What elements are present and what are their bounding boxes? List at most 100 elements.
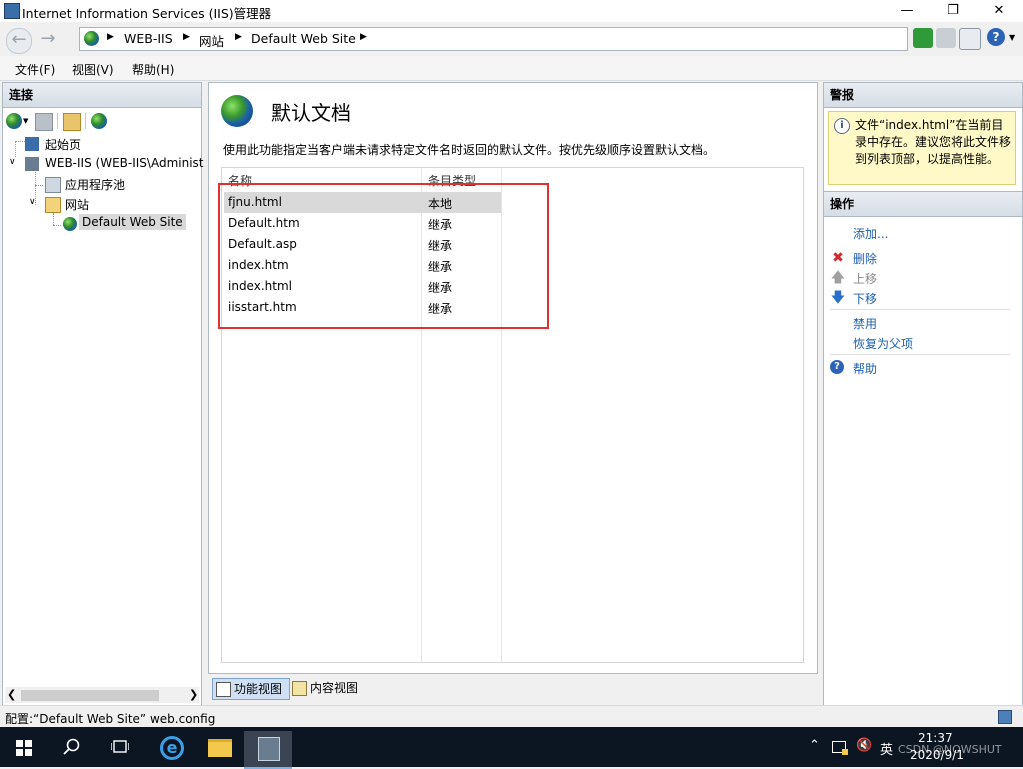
tab-content-view[interactable]: 内容视图 xyxy=(291,678,367,698)
highlight-annotation-box xyxy=(218,183,549,329)
tree-label: WEB-IIS (WEB-IIS\Administ xyxy=(45,156,204,170)
forward-arrow-icon: → xyxy=(40,28,56,49)
start-page-icon xyxy=(25,137,39,151)
tab-label: 功能视图 xyxy=(234,682,283,696)
minimize-button[interactable]: — xyxy=(884,0,930,22)
taskbar-file-explorer[interactable] xyxy=(196,731,244,767)
tab-features-view[interactable]: 功能视图 xyxy=(212,678,290,700)
stop-icon[interactable] xyxy=(936,28,956,48)
breadcrumb-site[interactable]: Default Web Site xyxy=(251,31,356,46)
search-button[interactable] xyxy=(48,727,96,767)
actions-pane: 警报 i 文件“index.html”在当前目录中存在。建议您将此文件移到列表顶… xyxy=(823,82,1023,706)
move-up-icon: 🡅 xyxy=(830,270,846,286)
menu-help[interactable]: 帮助(H) xyxy=(132,61,174,78)
tree-line xyxy=(15,141,25,143)
home-icon[interactable] xyxy=(959,28,981,50)
default-document-icon xyxy=(221,95,253,127)
action-move-up[interactable]: 上移 xyxy=(853,270,877,287)
disconnect-icon[interactable] xyxy=(91,113,107,129)
up-folder-icon[interactable] xyxy=(63,113,81,131)
back-button[interactable]: ← xyxy=(6,28,32,54)
connections-toolbar: ▼ xyxy=(3,108,201,134)
alerts-header: 警报 xyxy=(824,83,1022,108)
breadcrumb-separator-icon: ▶ xyxy=(107,32,114,42)
close-button[interactable]: ✕ xyxy=(976,0,1022,22)
tab-label: 内容视图 xyxy=(310,681,359,695)
task-view-button[interactable] xyxy=(96,727,144,767)
action-move-down[interactable]: 下移 xyxy=(853,290,877,307)
warning-badge-icon xyxy=(842,749,848,755)
volume-muted-icon[interactable]: 🔇 xyxy=(856,738,872,753)
folder-icon xyxy=(208,739,232,757)
feature-pane: 默认文档 使用此功能指定当客户端未请求特定文件名时返回的默认文件。按优先级顺序设… xyxy=(208,82,818,674)
refresh-icon[interactable] xyxy=(913,28,933,48)
tree-label: 起始页 xyxy=(45,138,82,152)
tree-line xyxy=(53,225,61,227)
taskbar: e ⌃ 🔇 英 21:37 2020/9/1 CSDN @NOWSHUT xyxy=(0,727,1023,769)
help-icon[interactable]: ? xyxy=(987,28,1005,46)
breadcrumb-separator-icon: ▶ xyxy=(183,32,190,42)
action-revert-to-parent[interactable]: 恢复为父项 xyxy=(853,335,913,352)
tree-expand-server[interactable]: ∨ xyxy=(9,157,16,167)
server-icon xyxy=(25,157,39,171)
taskbar-internet-explorer[interactable]: e xyxy=(148,731,196,767)
input-method-indicator[interactable]: 英 xyxy=(880,739,893,758)
title-bar: Internet Information Services (IIS)管理器 —… xyxy=(0,0,1023,22)
status-bar: 配置:“Default Web Site” web.config xyxy=(0,705,1023,728)
tree-label: 网站 xyxy=(65,198,90,212)
menu-view[interactable]: 视图(V) xyxy=(72,61,114,78)
delete-icon: ✖ xyxy=(832,250,844,266)
task-view-icon xyxy=(111,740,129,753)
breadcrumb-sites[interactable]: 网站 xyxy=(199,31,224,50)
connect-icon[interactable] xyxy=(6,113,22,129)
tree-line xyxy=(15,141,17,157)
website-globe-icon xyxy=(63,217,77,231)
actions-divider xyxy=(830,354,1010,355)
content-view-icon xyxy=(292,681,307,696)
tree-label: Default Web Site xyxy=(79,214,186,230)
connect-dropdown-icon[interactable]: ▼ xyxy=(23,117,28,125)
help-icon: ? xyxy=(830,360,844,374)
restore-button[interactable]: ❐ xyxy=(930,0,976,22)
actions-divider xyxy=(830,309,1010,310)
breadcrumb-separator-icon: ▶ xyxy=(360,32,367,42)
forward-button[interactable]: → xyxy=(36,28,60,52)
page-title: 默认文档 xyxy=(271,101,351,125)
tree-line xyxy=(35,185,43,187)
windows-logo-icon xyxy=(16,740,32,756)
taskbar-iis-manager[interactable] xyxy=(244,731,292,769)
start-button[interactable] xyxy=(0,727,48,767)
tree-expand-sites[interactable]: ∨ xyxy=(29,197,36,207)
address-bar: ← → ▶ WEB-IIS ▶ 网站 ▶ Default Web Site ▶ … xyxy=(0,22,1023,56)
action-delete[interactable]: 删除 xyxy=(853,250,877,267)
save-icon[interactable] xyxy=(35,113,53,131)
breadcrumb[interactable]: ▶ WEB-IIS ▶ 网站 ▶ Default Web Site ▶ xyxy=(79,27,908,51)
menu-bar: 文件(F) 视图(V) 帮助(H) xyxy=(0,56,1023,81)
breadcrumb-separator-icon: ▶ xyxy=(235,32,242,42)
action-add[interactable]: 添加... xyxy=(853,225,888,242)
tree-label: 应用程序池 xyxy=(65,178,126,192)
scroll-right-icon[interactable]: ❯ xyxy=(189,688,198,701)
help-dropdown-icon[interactable]: ▼ xyxy=(1009,33,1015,42)
network-status-icon xyxy=(998,710,1012,724)
scroll-thumb[interactable] xyxy=(21,690,159,701)
horizontal-scrollbar[interactable]: ❮ ❯ xyxy=(5,687,199,703)
alert-message: i 文件“index.html”在当前目录中存在。建议您将此文件移到列表顶部，以… xyxy=(828,111,1016,185)
globe-icon xyxy=(84,31,99,46)
scroll-left-icon[interactable]: ❮ xyxy=(7,688,16,701)
features-view-icon xyxy=(216,682,231,697)
action-disable[interactable]: 禁用 xyxy=(853,315,877,332)
page-description: 使用此功能指定当客户端未请求特定文件名时返回的默认文件。按优先级顺序设置默认文档… xyxy=(223,143,716,157)
breadcrumb-server[interactable]: WEB-IIS xyxy=(124,31,173,46)
action-help[interactable]: 帮助 xyxy=(853,360,877,377)
iis-manager-icon xyxy=(258,737,280,761)
watermark-text: CSDN @NOWSHUT xyxy=(898,743,1002,756)
toolbar-divider xyxy=(57,113,58,129)
show-hidden-icons-icon[interactable]: ⌃ xyxy=(809,738,820,753)
tree-line xyxy=(53,213,55,225)
alert-text: 文件“index.html”在当前目录中存在。建议您将此文件移到列表顶部，以提高… xyxy=(855,118,1012,166)
menu-file[interactable]: 文件(F) xyxy=(15,61,55,78)
sites-folder-icon xyxy=(45,197,61,213)
info-icon: i xyxy=(834,118,850,134)
window-title: Internet Information Services (IIS)管理器 xyxy=(22,6,272,21)
